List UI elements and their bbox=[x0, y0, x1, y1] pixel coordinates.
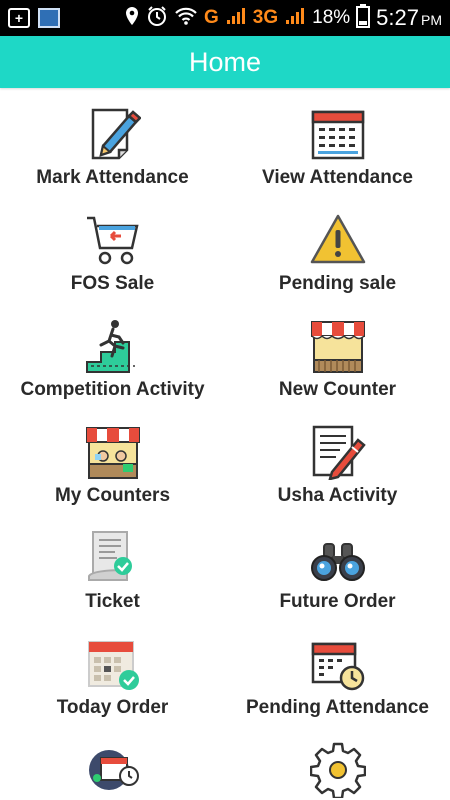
notification-add-icon: + bbox=[8, 8, 30, 28]
view-attendance-tile[interactable]: View Attendance bbox=[225, 88, 450, 194]
settings-gear-icon bbox=[308, 742, 368, 798]
gallery-notification-icon bbox=[38, 8, 60, 28]
competition-activity-tile[interactable]: Competition Activity bbox=[0, 300, 225, 406]
calendar-clock-icon bbox=[308, 636, 368, 692]
tile-label: Future Order bbox=[279, 591, 396, 612]
tile-label: New Counter bbox=[278, 379, 397, 400]
clock-ampm: PM bbox=[421, 12, 442, 28]
today-order-tile[interactable]: Today Order bbox=[0, 618, 225, 724]
pencil-paper-icon bbox=[83, 106, 143, 162]
tile-label: View Attendance bbox=[262, 167, 413, 188]
signal-2-icon bbox=[284, 6, 306, 31]
app-header: Home bbox=[0, 36, 450, 88]
home-menu-grid: Mark Attendance View Attendance FOS Sale… bbox=[0, 88, 450, 800]
page-title: Home bbox=[188, 46, 262, 77]
shop-counter-icon bbox=[83, 424, 143, 480]
battery-percent: 18% bbox=[312, 7, 351, 28]
tile-label: Ticket bbox=[85, 591, 140, 612]
tile-label: Pending sale bbox=[278, 273, 397, 294]
tile-label: Usha Activity bbox=[277, 485, 398, 506]
battery-icon bbox=[356, 3, 371, 33]
location-icon bbox=[124, 6, 140, 31]
tile-label: FOS Sale bbox=[70, 273, 155, 294]
ticket-tile[interactable]: Ticket bbox=[0, 512, 225, 618]
new-counter-tile[interactable]: New Counter bbox=[225, 300, 450, 406]
binoculars-icon bbox=[308, 530, 368, 586]
receipt-check-icon bbox=[83, 530, 143, 586]
calendar-icon bbox=[308, 106, 368, 162]
calendar-check-icon bbox=[83, 636, 143, 692]
usha-activity-tile[interactable]: Usha Activity bbox=[225, 406, 450, 512]
settings-tile[interactable] bbox=[225, 724, 450, 800]
alarm-icon bbox=[146, 5, 168, 32]
fos-sale-tile[interactable]: FOS Sale bbox=[0, 194, 225, 300]
network-type-2-label: 3G bbox=[252, 7, 279, 28]
future-order-tile[interactable]: Future Order bbox=[225, 512, 450, 618]
tile-label: Mark Attendance bbox=[36, 167, 189, 188]
pending-attendance-tile[interactable]: Pending Attendance bbox=[225, 618, 450, 724]
tile-label: Competition Activity bbox=[20, 379, 205, 400]
clock-time: 5:27 bbox=[376, 5, 419, 30]
mark-attendance-tile[interactable]: Mark Attendance bbox=[0, 88, 225, 194]
warning-icon bbox=[308, 212, 368, 268]
shop-awning-icon bbox=[308, 318, 368, 374]
shopping-cart-icon bbox=[83, 212, 143, 268]
stairs-runner-icon bbox=[83, 318, 143, 374]
wifi-icon bbox=[174, 6, 198, 31]
tile-label: Pending Attendance bbox=[246, 697, 429, 718]
schedule-globe-icon bbox=[83, 742, 143, 798]
document-pen-icon bbox=[308, 424, 368, 480]
status-bar: + G 3G 18% 5:27 PM bbox=[0, 0, 450, 36]
network-type-label: G bbox=[204, 7, 219, 28]
my-counters-tile[interactable]: My Counters bbox=[0, 406, 225, 512]
schedule-tile[interactable] bbox=[0, 724, 225, 800]
tile-label: My Counters bbox=[54, 485, 171, 506]
pending-sale-tile[interactable]: Pending sale bbox=[225, 194, 450, 300]
tile-label: Today Order bbox=[56, 697, 169, 718]
signal-icon bbox=[225, 6, 247, 31]
